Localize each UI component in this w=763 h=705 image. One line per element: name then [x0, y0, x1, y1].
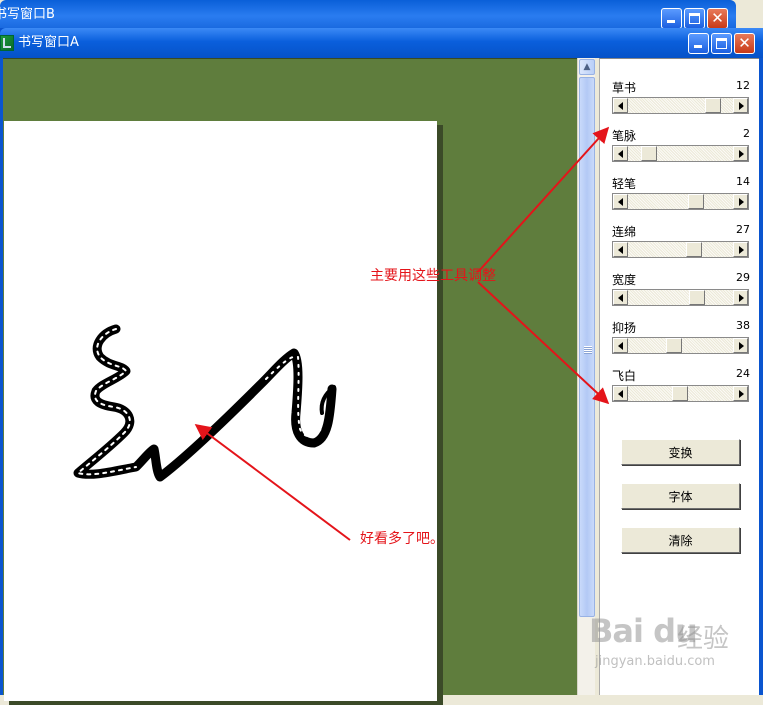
minimize-icon [694, 45, 702, 48]
slider-label: 抑扬 [612, 321, 637, 335]
window-a-minimize-button[interactable] [688, 33, 709, 54]
transform-button[interactable]: 变换 [621, 439, 740, 465]
app-icon [0, 35, 14, 51]
watermark-url: jingyan.baidu.com [595, 654, 715, 669]
slider-track[interactable] [612, 385, 749, 402]
window-a-title: 书写窗口A [18, 35, 79, 50]
slider-track[interactable] [612, 289, 749, 306]
window-b-maximize-button[interactable] [684, 8, 705, 29]
slider-track[interactable] [612, 337, 749, 354]
slider-thumb[interactable] [689, 290, 705, 305]
font-button[interactable]: 字体 [621, 483, 740, 509]
annotation-result: 好看多了吧。 [360, 531, 444, 547]
window-a-titlebar[interactable]: 书写窗口A ✕ [0, 28, 763, 58]
slider-label: 草书 [612, 81, 637, 95]
slider-thumb[interactable] [705, 98, 721, 113]
slider-right-arrow-icon[interactable] [733, 338, 748, 353]
slider-left-arrow-icon[interactable] [613, 146, 628, 161]
slider-value: 29 [736, 271, 750, 284]
slider-thumb[interactable] [666, 338, 682, 353]
slider-right-arrow-icon[interactable] [733, 98, 748, 113]
calligraphy-stroke [73, 324, 337, 482]
writing-paper[interactable] [4, 121, 437, 701]
slider-track[interactable] [612, 145, 749, 162]
slider-thumb[interactable] [688, 194, 704, 209]
slider-track[interactable] [612, 97, 749, 114]
watermark-cn: 经验 [677, 624, 730, 654]
slider-right-arrow-icon[interactable] [733, 146, 748, 161]
window-b-minimize-button[interactable] [661, 8, 682, 29]
window-a-close-button[interactable]: ✕ [734, 33, 755, 54]
slider-value: 2 [743, 127, 750, 140]
slider-value: 12 [736, 79, 750, 92]
slider-left-arrow-icon[interactable] [613, 194, 628, 209]
slider-left-arrow-icon[interactable] [613, 242, 628, 257]
slider-thumb[interactable] [672, 386, 688, 401]
slider-value: 24 [736, 367, 750, 380]
slider-track[interactable] [612, 193, 749, 210]
close-icon: ✕ [711, 9, 724, 27]
slider-value: 38 [736, 319, 750, 332]
slider-left-arrow-icon[interactable] [613, 290, 628, 305]
control-panel: 草书 12 笔脉 2 轻笔 14 连绵 27 宽度 29 抑扬 38 飞白 24 变换字体清除 [599, 58, 759, 695]
close-icon: ✕ [738, 34, 751, 52]
slider-track[interactable] [612, 241, 749, 258]
maximize-icon [716, 38, 727, 49]
annotation-tools: 主要用这些工具调整 [370, 268, 496, 284]
maximize-icon [689, 13, 700, 24]
slider-label: 连绵 [612, 225, 637, 239]
slider-right-arrow-icon[interactable] [733, 194, 748, 209]
slider-left-arrow-icon[interactable] [613, 386, 628, 401]
slider-label: 飞白 [612, 369, 637, 383]
window-b-title: 书写窗口B [0, 7, 55, 22]
window-a[interactable]: 书写窗口A ✕ ▲ 草书 12 笔脉 2 轻笔 14 连绵 27 宽度 29 抑… [0, 28, 763, 705]
scrollbar-thumb[interactable] [579, 77, 595, 617]
clear-button[interactable]: 清除 [621, 527, 740, 553]
slider-label: 笔脉 [612, 129, 637, 143]
slider-right-arrow-icon[interactable] [733, 242, 748, 257]
scroll-up-arrow-icon[interactable]: ▲ [579, 59, 595, 75]
slider-label: 宽度 [612, 273, 637, 287]
slider-thumb[interactable] [641, 146, 657, 161]
slider-thumb[interactable] [686, 242, 702, 257]
grip-icon [584, 346, 592, 354]
window-a-caption-buttons: ✕ [688, 33, 755, 54]
window-a-client: ▲ 草书 12 笔脉 2 轻笔 14 连绵 27 宽度 29 抑扬 38 飞白 24 变换字体清除 [3, 58, 759, 705]
slider-label: 轻笔 [612, 177, 637, 191]
slider-right-arrow-icon[interactable] [733, 290, 748, 305]
minimize-icon [667, 20, 675, 23]
slider-left-arrow-icon[interactable] [613, 98, 628, 113]
slider-right-arrow-icon[interactable] [733, 386, 748, 401]
slider-left-arrow-icon[interactable] [613, 338, 628, 353]
window-b-caption-buttons: ✕ [661, 8, 728, 29]
window-a-maximize-button[interactable] [711, 33, 732, 54]
slider-value: 14 [736, 175, 750, 188]
watermark: Bai du 经验 jingyan.baidu.com [585, 612, 760, 692]
slider-value: 27 [736, 223, 750, 236]
vertical-scrollbar[interactable]: ▲ [577, 58, 595, 695]
canvas-area[interactable] [3, 58, 577, 705]
window-b-close-button[interactable]: ✕ [707, 8, 728, 29]
